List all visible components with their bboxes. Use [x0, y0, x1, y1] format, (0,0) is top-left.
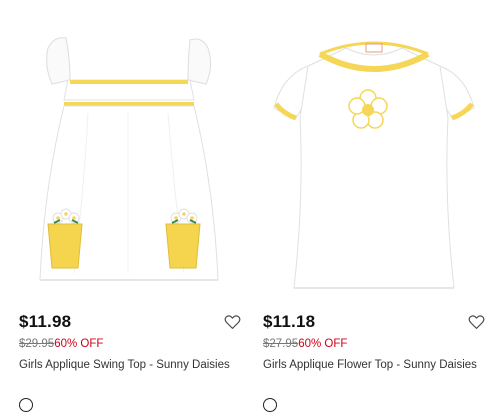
- discount-label: 60% OFF: [298, 338, 348, 350]
- product-name-link[interactable]: Girls Applique Swing Top - Sunny Daisies: [19, 357, 241, 373]
- product-card[interactable]: $11.18 $27.9560% OFF Girls Applique Flow…: [262, 0, 487, 416]
- discount-label: 60% OFF: [54, 338, 104, 350]
- product-card[interactable]: $11.98 $29.9560% OFF Girls Applique Swin…: [18, 0, 243, 416]
- price-details: $29.9560% OFF: [19, 338, 103, 350]
- price-details: $27.9560% OFF: [263, 338, 347, 350]
- original-price: $29.95: [19, 338, 55, 350]
- heart-outline-icon[interactable]: [468, 314, 485, 330]
- product-price: $11.98: [19, 312, 72, 331]
- color-swatch[interactable]: [19, 398, 33, 412]
- heart-outline-icon[interactable]: [224, 314, 241, 330]
- product-image-swing-top[interactable]: [18, 18, 243, 298]
- product-price: $11.18: [263, 312, 316, 331]
- original-price: $27.95: [263, 338, 299, 350]
- product-image-flower-top[interactable]: [262, 18, 487, 298]
- product-name-link[interactable]: Girls Applique Flower Top - Sunny Daisie…: [263, 357, 485, 373]
- color-swatch[interactable]: [263, 398, 277, 412]
